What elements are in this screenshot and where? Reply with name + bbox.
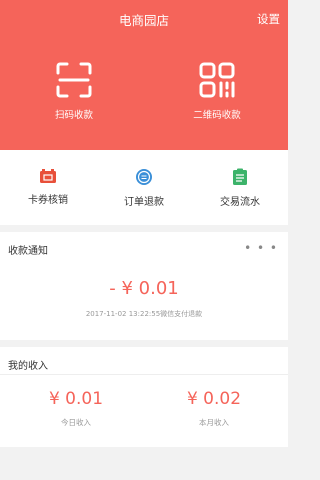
order-refund-label: 订单退款 <box>124 197 164 208</box>
today-income: ¥ 0.01 今日收入 <box>4 389 148 428</box>
month-income: ¥ 0.02 本月收入 <box>142 389 286 428</box>
quick-actions: 卡券核销 订单退款 交易流水 <box>0 150 288 225</box>
scan-pay-label: 扫码收款 <box>54 110 93 121</box>
settings-button[interactable]: 设置 <box>257 11 280 27</box>
divider <box>0 374 288 375</box>
payment-notice-title: 收款通知 <box>8 246 48 257</box>
today-income-value: ¥ 0.01 <box>48 389 104 409</box>
more-options-button[interactable]: • • • <box>244 241 278 255</box>
transaction-log-label: 交易流水 <box>220 197 260 208</box>
ticket-icon <box>40 169 56 183</box>
transaction-log-button[interactable]: 交易流水 <box>192 168 288 208</box>
header: 电商园店 设置 扫码收款 二维码收款 <box>0 0 288 150</box>
qr-pay-label: 二维码收款 <box>193 110 241 121</box>
scan-pay-button[interactable]: 扫码收款 <box>19 60 129 121</box>
month-income-label: 本月收入 <box>199 418 229 427</box>
coupon-verify-button[interactable]: 卡券核销 <box>0 168 96 206</box>
qr-code-icon <box>199 62 235 98</box>
coupon-verify-label: 卡券核销 <box>28 195 68 206</box>
qr-pay-button[interactable]: 二维码收款 <box>162 60 272 121</box>
payment-notice-card[interactable]: 收款通知 • • • - ¥ 0.01 2017-11-02 13:22:55微… <box>0 232 288 340</box>
clipboard-icon <box>233 168 247 185</box>
notice-amount: - ¥ 0.01 <box>109 278 179 299</box>
notice-detail: 2017-11-02 13:22:55微信支付退款 <box>85 310 203 318</box>
page-title: 电商园店 <box>118 13 169 28</box>
month-income-value: ¥ 0.02 <box>186 389 242 409</box>
my-income-card: 我的收入 ¥ 0.01 今日收入 ¥ 0.02 本月收入 <box>0 347 288 447</box>
refund-icon <box>136 169 152 185</box>
today-income-label: 今日收入 <box>61 418 91 427</box>
order-refund-button[interactable]: 订单退款 <box>96 168 192 208</box>
scan-icon <box>56 62 92 98</box>
my-income-title: 我的收入 <box>8 361 48 372</box>
